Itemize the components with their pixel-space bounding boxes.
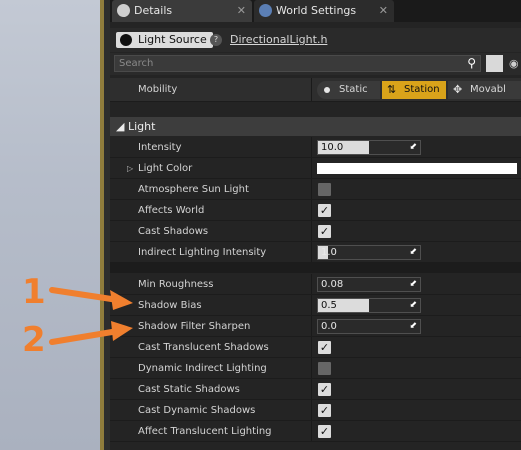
annotation-arrows: [49, 287, 133, 345]
annotation-arrow-1: [49, 287, 133, 310]
annotation-arrow-2: [49, 321, 133, 345]
